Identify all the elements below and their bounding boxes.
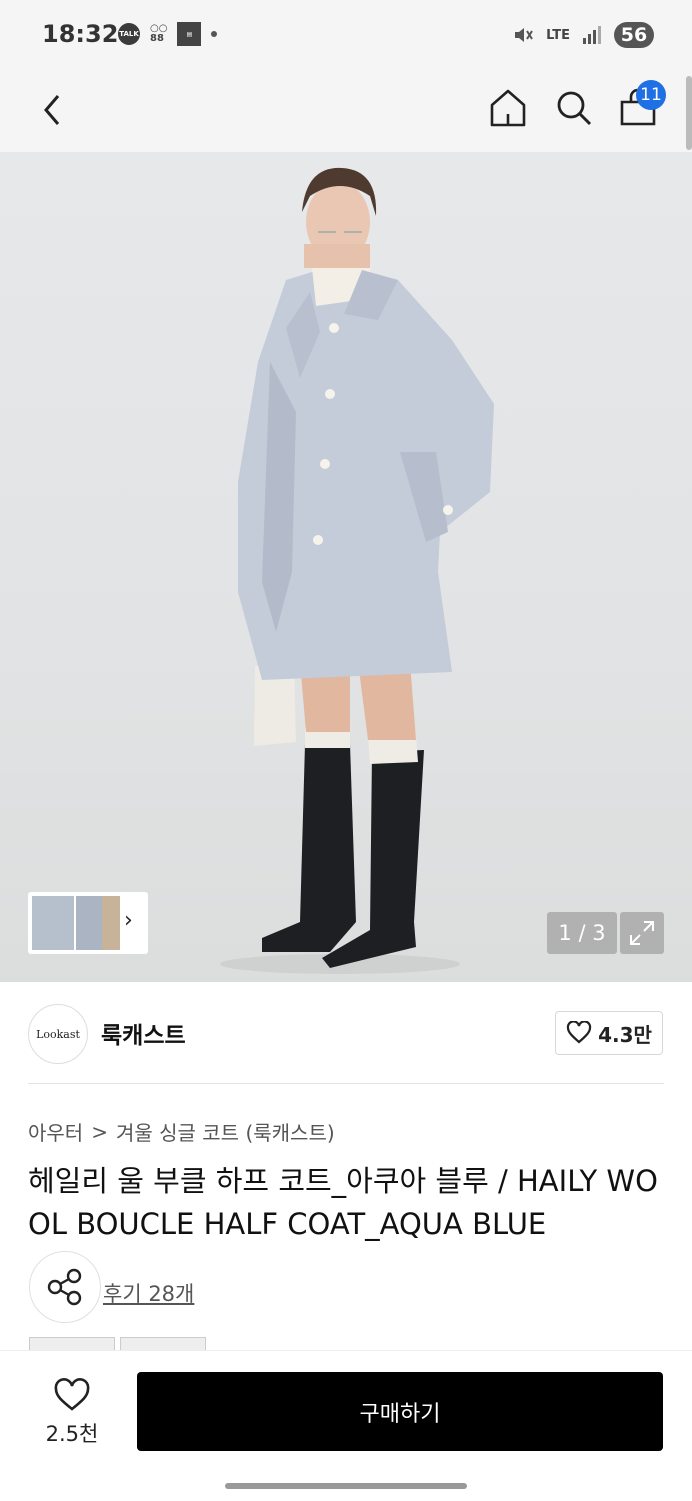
reviews-link[interactable]: 후기 28개 [103, 1278, 194, 1308]
home-indicator[interactable] [225, 1483, 467, 1489]
battery-indicator: 56 [614, 22, 654, 48]
brand-like-button[interactable]: 4.3만 [555, 1011, 663, 1055]
wishlist-count: 2.5천 [45, 1422, 99, 1446]
product-image[interactable] [0, 152, 692, 982]
breadcrumb-separator: > [91, 1119, 108, 1144]
model-photo [220, 167, 494, 974]
breadcrumb-category[interactable]: 아우터 [28, 1117, 83, 1146]
search-icon[interactable] [552, 86, 596, 130]
divider [28, 1083, 664, 1084]
buy-button[interactable]: 구매하기 [137, 1372, 663, 1451]
thumbnail-2[interactable] [76, 896, 102, 950]
share-icon [47, 1268, 82, 1306]
breadcrumb: 아우터 > 겨울 싱글 코트 (룩캐스트) [28, 1117, 335, 1146]
gallery-thumbnails[interactable]: › [28, 892, 148, 954]
brand-name[interactable]: 룩캐스트 [101, 1016, 186, 1050]
network-type: LTE [546, 27, 570, 43]
notification-icons: TALK ○○ 88 ▤ [118, 22, 218, 46]
expand-button[interactable] [620, 912, 664, 954]
heart-icon [566, 1021, 592, 1044]
brand-like-count: 4.3만 [598, 1022, 652, 1047]
mute-icon [515, 28, 533, 42]
more-notifications-icon [211, 31, 218, 37]
heart-outline-icon [54, 1378, 90, 1411]
share-button[interactable] [29, 1251, 101, 1323]
product-title: 헤일리 울 부클 하프 코트_아쿠아 블루 / HAILY WOOL BOUCL… [28, 1164, 658, 1241]
tmoney-notification-icon: ▤ [177, 22, 202, 46]
expand-icon [630, 921, 654, 945]
home-icon[interactable] [486, 86, 530, 130]
status-bar: 18:32 TALK ○○ 88 ▤ LTE 56 [0, 0, 692, 70]
app-notification-icon: ○○ 88 [150, 23, 168, 44]
scrollbar[interactable] [686, 76, 692, 150]
image-counter: 1 / 3 [547, 912, 617, 954]
status-time: 18:32 [42, 20, 119, 48]
thumbnail-3[interactable] [102, 896, 120, 950]
top-nav [0, 70, 692, 152]
cart-count-badge: 11 [636, 80, 666, 110]
signal-icon [583, 26, 601, 44]
thumbnail-1[interactable] [32, 896, 74, 950]
brand-logo[interactable]: Lookast [28, 1004, 88, 1064]
back-arrow-icon[interactable] [34, 90, 74, 130]
breadcrumb-subcategory[interactable]: 겨울 싱글 코트 (룩캐스트) [116, 1117, 335, 1146]
talk-notification-icon: TALK [118, 23, 140, 45]
status-right: LTE 56 [512, 22, 654, 48]
chevron-right-icon[interactable]: › [124, 908, 133, 933]
